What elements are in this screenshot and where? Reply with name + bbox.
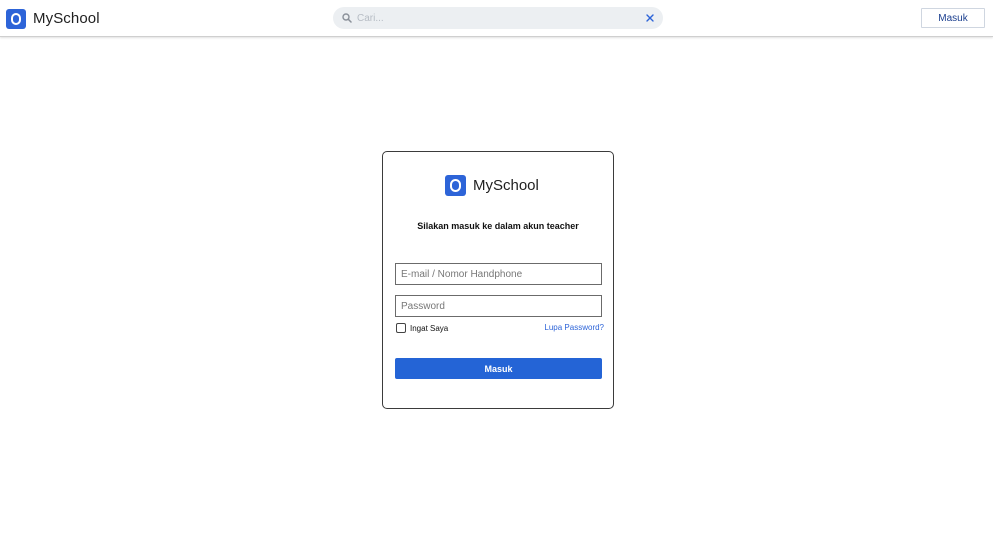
search-bar — [333, 7, 663, 29]
login-card: MySсhool Silakan masuk ke dalam akun tea… — [382, 151, 614, 409]
password-field[interactable] — [395, 295, 602, 317]
forgot-password-link[interactable]: Lupa Password? — [544, 323, 604, 332]
card-brand: MySсhool — [445, 175, 539, 196]
remember-me: Ingat Saya — [396, 323, 448, 333]
login-subtitle: Silakan masuk ke dalam akun teacher — [417, 221, 579, 231]
login-submit-button[interactable]: Masuk — [395, 358, 602, 379]
search-icon — [339, 10, 355, 26]
email-field[interactable] — [395, 263, 602, 285]
remember-me-checkbox[interactable] — [396, 323, 406, 333]
top-navigation-bar: MySсhool Masuk — [0, 0, 993, 37]
search-input[interactable] — [355, 8, 642, 28]
header-brand[interactable]: MySсhool — [6, 8, 100, 29]
card-brand-name: MySсhool — [473, 177, 539, 194]
header-login-button[interactable]: Masuk — [921, 8, 985, 28]
close-icon[interactable] — [642, 10, 658, 26]
remember-me-label[interactable]: Ingat Saya — [410, 324, 448, 333]
myschool-logo-icon — [445, 175, 466, 196]
myschool-logo-icon — [6, 8, 26, 29]
header-brand-name: MySсhool — [33, 10, 100, 27]
